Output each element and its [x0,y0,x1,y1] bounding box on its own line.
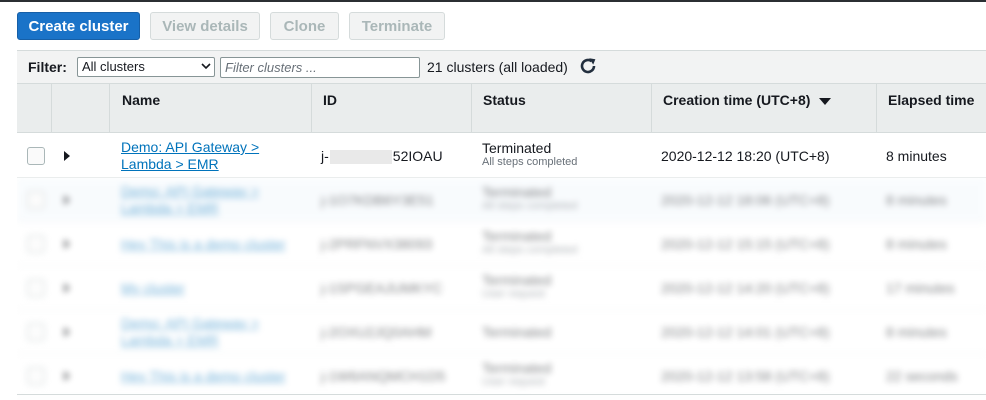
table-row[interactable]: Hey This is a demo cluster j-2PRFNVX3809… [17,222,986,266]
refresh-icon[interactable] [577,55,599,77]
table-bottom-border [17,394,986,395]
header-id[interactable]: ID [311,84,471,132]
header-creation-label: Creation time (UTC+8) [663,92,811,108]
creation-time: 2020-12-12 18:06 (UTC+8) [661,192,830,208]
cluster-name-link[interactable]: Hey This is a demo cluster [121,368,301,385]
header-id-label: ID [323,92,337,108]
expand-caret-icon[interactable] [64,195,70,205]
row-checkbox[interactable] [27,235,45,253]
header-elapsed-label: Elapsed time [888,92,975,108]
cluster-name-link[interactable]: Demo: API Gateway > Lambda > EMR [121,315,301,349]
table-header: Name ID Status Creation time (UTC+8) Ela… [17,84,986,133]
view-details-button[interactable]: View details [150,12,260,40]
redacted-id-part [329,150,392,165]
chevron-down-icon [201,59,211,76]
creation-time: 2020-12-12 15:15 (UTC+8) [661,236,830,252]
cluster-status: Terminated User request [482,360,552,388]
header-creation-time[interactable]: Creation time (UTC+8) [651,84,876,132]
top-border [0,0,986,2]
creation-time: 2020-12-12 18:20 (UTC+8) [661,148,830,164]
table-row[interactable]: Hey This is a demo cluster j-1W6ANQMCH1D… [17,354,986,398]
cluster-id: j-2OXU2JQ0AHM [321,324,432,340]
cluster-id: j-1SPGEAJUMKYC [321,280,443,296]
create-cluster-button[interactable]: Create cluster [17,12,140,40]
header-name-label: Name [122,92,161,108]
header-select-column [17,84,51,132]
cluster-name-link[interactable]: Demo: API Gateway > Lambda > EMR [121,139,301,173]
cluster-name-link[interactable]: Hey This is a demo cluster [121,236,301,253]
table-row[interactable]: My cluster j-1SPGEAJUMKYC Terminated Use… [17,266,986,310]
expand-caret-icon[interactable] [64,327,70,337]
cluster-status: Terminated User request [482,272,552,300]
row-checkbox[interactable] [27,323,45,341]
expand-caret-icon[interactable] [64,283,70,293]
filter-label: Filter: [28,59,67,75]
expand-caret-icon[interactable] [64,239,70,249]
cluster-status: Terminated All steps completed [482,140,578,168]
table-row[interactable]: Demo: API Gateway > Lambda > EMR j-1O7KD… [17,178,986,222]
header-expand-column [51,84,109,132]
header-elapsed-time[interactable]: Elapsed time [876,84,986,132]
header-status-label: Status [483,92,526,108]
expand-caret-icon[interactable] [64,371,70,381]
filter-clusters-input[interactable]: Filter clusters ... [220,57,420,78]
table-row[interactable]: Demo: API Gateway > Lambda > EMR j- 52IOA… [17,134,986,178]
cluster-id: j-2PRFNVX38093 [321,236,433,252]
header-status[interactable]: Status [471,84,651,132]
sort-descending-icon[interactable] [819,98,831,105]
cluster-id: j-1W6ANQMCH1D5 [321,368,446,384]
creation-time: 2020-12-12 14:20 (UTC+8) [661,280,830,296]
cluster-filter-selected: All clusters [82,59,145,74]
cluster-status: Terminated [482,324,552,340]
terminate-button[interactable]: Terminate [349,12,445,40]
blurred-rows: Demo: API Gateway > Lambda > EMR j-1O7KD… [17,178,986,400]
header-name[interactable]: Name [109,84,311,132]
cluster-id: j-1O7KDB6Y3E51 [321,192,434,208]
elapsed-time: 8 minutes [886,324,947,340]
row-checkbox[interactable] [27,147,45,165]
elapsed-time: 8 minutes [886,192,947,208]
cluster-name-link[interactable]: Demo: API Gateway > Lambda > EMR [121,183,301,217]
table-row[interactable]: Demo: API Gateway > Lambda > EMR j-2OXU2… [17,310,986,354]
cluster-count: 21 clusters (all loaded) [427,59,568,75]
row-checkbox[interactable] [27,279,45,297]
clone-button[interactable]: Clone [270,12,339,40]
filter-bar: Filter: All clusters Filter clusters ...… [17,50,986,84]
creation-time: 2020-12-12 14:01 (UTC+8) [661,324,830,340]
cluster-filter-select[interactable]: All clusters [77,57,215,77]
cluster-name-link[interactable]: My cluster [121,280,301,297]
elapsed-time: 8 minutes [886,148,947,164]
cluster-status: Terminated All steps completed [482,228,578,256]
row-checkbox[interactable] [27,367,45,385]
elapsed-time: 17 minutes [886,280,955,296]
creation-time: 2020-12-12 13:58 (UTC+8) [661,368,830,384]
expand-caret-icon[interactable] [64,151,70,161]
elapsed-time: 22 seconds [886,368,958,384]
cluster-status: Terminated All steps completed [482,184,578,212]
elapsed-time: 8 minutes [886,236,947,252]
cluster-id: j- 52IOAU [321,148,443,165]
row-checkbox[interactable] [27,191,45,209]
